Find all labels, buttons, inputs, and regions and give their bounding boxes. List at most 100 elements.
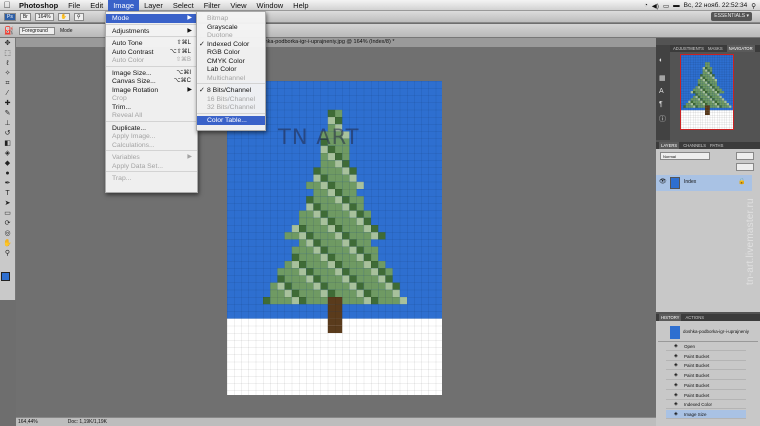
tab-paths[interactable]: PATHS: [710, 142, 723, 149]
tab-history[interactable]: HISTORY: [659, 314, 682, 321]
paint-bucket-tool-icon[interactable]: ◈: [1, 149, 15, 158]
history-state[interactable]: ◈ Paint Bucket: [666, 352, 746, 361]
type-tool-icon[interactable]: T: [1, 189, 15, 198]
color-swatches[interactable]: [1, 272, 15, 286]
apple-icon[interactable]: : [0, 0, 14, 10]
tab-adjustments[interactable]: ADJUSTMENTS: [673, 45, 704, 52]
menu-file[interactable]: File: [63, 0, 85, 11]
wifi-icon[interactable]: ◔: [644, 2, 648, 9]
eraser-icon[interactable]: ◧: [1, 139, 15, 148]
lasso-tool-icon[interactable]: ℓ: [1, 59, 15, 68]
blur-tool-icon[interactable]: ◆: [1, 159, 15, 168]
history-state[interactable]: ◈ Paint Bucket: [666, 371, 746, 381]
tree-pixel: [335, 232, 343, 240]
layer-name[interactable]: Index: [684, 179, 696, 185]
flag-icon[interactable]: ▬: [673, 2, 680, 9]
history-snapshot[interactable]: doshka-podborka-igr-i-uprajneniy: [658, 324, 758, 342]
history-state[interactable]: ◈ Paint Bucket: [666, 381, 746, 390]
marquee-tool-icon[interactable]: ⬚: [1, 49, 15, 58]
battery-icon[interactable]: ▭: [663, 2, 669, 10]
3d-orbit-icon[interactable]: ◎: [1, 229, 15, 238]
menu-layer[interactable]: Layer: [139, 0, 168, 11]
tab-masks[interactable]: MASKS: [708, 45, 723, 52]
tree-pixel: [356, 261, 364, 269]
tree-pixel: [349, 217, 357, 225]
tree-pixel: [356, 217, 364, 225]
paint-bucket-icon[interactable]: ⛽: [4, 26, 14, 35]
stamp-tool-icon[interactable]: ⊥: [1, 119, 15, 128]
eyedropper-icon[interactable]: ⁄: [1, 89, 15, 98]
tree-pixel: [327, 289, 335, 297]
menu-select[interactable]: Select: [168, 0, 199, 11]
3d-rotate-icon[interactable]: ⟳: [1, 219, 15, 228]
dodge-tool-icon[interactable]: ●: [1, 169, 15, 178]
hand-tool-icon[interactable]: ✋: [1, 239, 15, 248]
magic-wand-icon[interactable]: ✧: [1, 69, 15, 78]
workspace-switcher[interactable]: ESSENTIALS ▾: [711, 12, 752, 21]
character-panel-icon[interactable]: A: [659, 88, 667, 95]
menu-filter[interactable]: Filter: [199, 0, 226, 11]
fill-source-select[interactable]: Foreground: [18, 26, 55, 35]
menu-help[interactable]: Help: [288, 0, 313, 11]
history-state-label: Paint Bucket: [684, 363, 710, 369]
history-state[interactable]: ◈ Open: [666, 342, 746, 351]
tree-pixel: [313, 246, 321, 254]
crop-tool-icon[interactable]: ⌗: [1, 79, 15, 88]
spotlight-icon[interactable]: ⚲: [751, 2, 756, 10]
tree-pixel: [327, 282, 335, 290]
tree-pixel: [313, 275, 321, 283]
menu-view[interactable]: View: [225, 0, 251, 11]
path-select-icon[interactable]: ➤: [1, 199, 15, 208]
shape-tool-icon[interactable]: ▭: [1, 209, 15, 218]
image-item-mode[interactable]: Mode ▶: [106, 14, 197, 23]
history-state[interactable]: ◈ Indexed Color: [666, 400, 746, 410]
status-zoom[interactable]: 164,44%: [18, 418, 38, 426]
tree-pixel: [320, 297, 328, 305]
visibility-eye-icon[interactable]: 👁: [659, 178, 667, 185]
zoom-tool-icon[interactable]: ⚲: [1, 249, 15, 258]
fill-field[interactable]: [736, 163, 754, 171]
volume-icon[interactable]: ◀): [652, 2, 659, 10]
tree-pixel: [291, 246, 299, 254]
tab-layers[interactable]: LAYERS: [659, 142, 680, 149]
blend-mode-select[interactable]: Normal: [660, 152, 710, 160]
history-state[interactable]: ◈ Paint Bucket: [666, 361, 746, 371]
bridge-button[interactable]: Br: [19, 12, 31, 21]
tree-pixel: [313, 225, 321, 233]
history-state-icon: ◈: [674, 381, 678, 388]
foreground-color-swatch[interactable]: [1, 272, 10, 281]
menu-edit[interactable]: Edit: [85, 0, 108, 11]
menu-item-label: RGB Color: [207, 49, 240, 56]
menu-app[interactable]: Photoshop: [14, 0, 63, 11]
tree-pixel: [356, 253, 364, 261]
brush-tool-icon[interactable]: ✎: [1, 109, 15, 118]
tree-pixel: [313, 210, 321, 218]
clock[interactable]: Вс, 22 нояб. 22:52:34: [684, 2, 748, 9]
mode-item-color-table[interactable]: Color Table...: [197, 115, 265, 125]
history-state[interactable]: ◈ Paint Bucket: [666, 391, 746, 400]
ps-logo: Ps: [4, 12, 16, 21]
swatches-panel-icon[interactable]: ▦: [659, 74, 667, 82]
tab-navigator[interactable]: NAVIGATOR: [726, 45, 755, 52]
layer-row[interactable]: 👁 Index 🔒: [656, 175, 752, 191]
pen-tool-icon[interactable]: ✒: [1, 179, 15, 188]
opacity-field[interactable]: [736, 152, 754, 160]
move-tool-icon[interactable]: ✥: [1, 39, 15, 48]
image-item-adjustments[interactable]: Adjustments ▶: [106, 27, 197, 36]
tab-actions[interactable]: ACTIONS: [685, 314, 704, 321]
zoom-tool-button[interactable]: ⚲: [73, 12, 84, 21]
menu-window[interactable]: Window: [251, 0, 288, 11]
tree-pixel: [306, 268, 314, 276]
navigator-preview[interactable]: [680, 54, 735, 130]
hand-tool-button[interactable]: ✋: [57, 12, 70, 21]
zoom-level[interactable]: 164%: [34, 12, 54, 21]
info-panel-icon[interactable]: ⓘ: [659, 114, 667, 124]
menu-image[interactable]: Image: [108, 0, 140, 11]
tree-pixel: [320, 275, 328, 283]
tab-channels[interactable]: CHANNELS: [683, 142, 706, 149]
paragraph-panel-icon[interactable]: ¶: [659, 101, 667, 108]
healing-brush-icon[interactable]: ✚: [1, 99, 15, 108]
color-panel-icon[interactable]: ◐: [659, 57, 667, 64]
history-brush-icon[interactable]: ↺: [1, 129, 15, 138]
history-state[interactable]: ◈ Image Size: [666, 409, 746, 419]
